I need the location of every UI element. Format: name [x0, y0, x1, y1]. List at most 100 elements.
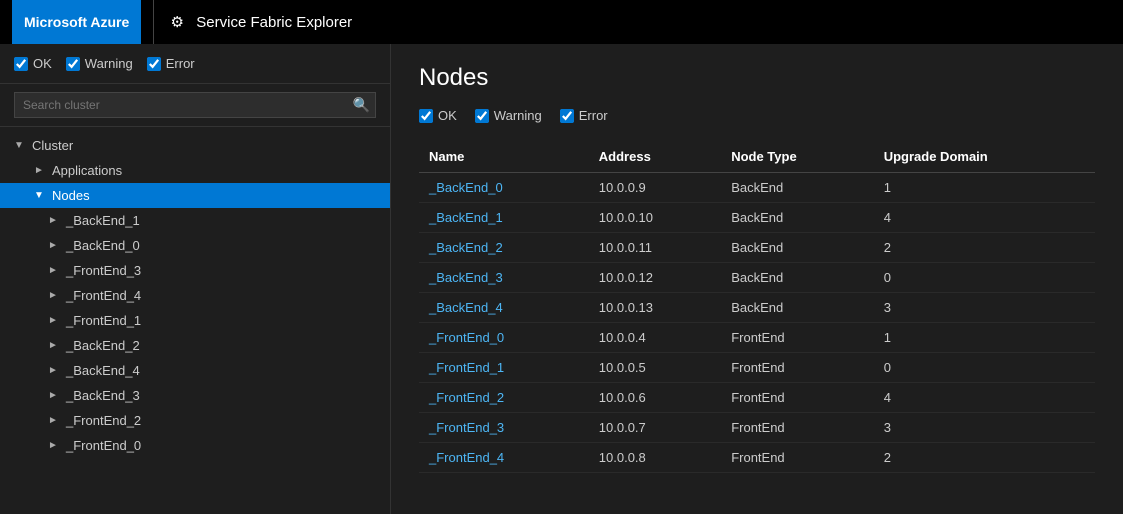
sidebar-filters: OK Warning Error [0, 44, 390, 84]
app-title: ⚙ Service Fabric Explorer [166, 11, 352, 33]
chevron-right-icon: ► [34, 165, 46, 176]
cell-name[interactable]: _FrontEnd_4 [419, 443, 589, 473]
cell-name[interactable]: _BackEnd_0 [419, 173, 589, 203]
content-filter-warning[interactable]: Warning [475, 108, 542, 123]
col-name: Name [419, 141, 589, 173]
cell-node-type: BackEnd [721, 263, 874, 293]
content-error-checkbox[interactable] [560, 109, 574, 123]
chevron-down-icon-nodes: ▼ [34, 190, 46, 201]
tree-item-backend1[interactable]: ► _BackEnd_1 [0, 208, 390, 233]
sidebar-filter-error[interactable]: Error [147, 56, 195, 71]
cell-node-type: BackEnd [721, 233, 874, 263]
cell-node-type: FrontEnd [721, 413, 874, 443]
table-row[interactable]: _BackEnd_0 10.0.0.9 BackEnd 1 [419, 173, 1095, 203]
content-filter-error[interactable]: Error [560, 108, 608, 123]
tree-item-frontend2[interactable]: ► _FrontEnd_2 [0, 408, 390, 433]
cell-name[interactable]: _BackEnd_3 [419, 263, 589, 293]
tree-item-frontend3[interactable]: ► _FrontEnd_3 [0, 258, 390, 283]
tree-item-applications[interactable]: ► Applications [0, 158, 390, 183]
cell-upgrade-domain: 1 [874, 323, 1095, 353]
col-node-type: Node Type [721, 141, 874, 173]
chevron-down-icon: ▼ [14, 140, 26, 151]
tree-item-backend4[interactable]: ► _BackEnd_4 [0, 358, 390, 383]
sidebar-error-checkbox[interactable] [147, 57, 161, 71]
content-warning-checkbox[interactable] [475, 109, 489, 123]
cell-name[interactable]: _BackEnd_4 [419, 293, 589, 323]
content-area: Nodes OK Warning Error Name Address [390, 44, 1123, 514]
table-row[interactable]: _BackEnd_1 10.0.0.10 BackEnd 4 [419, 203, 1095, 233]
page-title: Nodes [419, 64, 1095, 92]
cell-address: 10.0.0.12 [589, 263, 721, 293]
cell-upgrade-domain: 1 [874, 173, 1095, 203]
chevron-right-icon: ► [48, 290, 60, 301]
table-row[interactable]: _FrontEnd_0 10.0.0.4 FrontEnd 1 [419, 323, 1095, 353]
tree-item-nodes[interactable]: ▼ Nodes [0, 183, 390, 208]
cell-upgrade-domain: 3 [874, 413, 1095, 443]
sidebar-ok-checkbox[interactable] [14, 57, 28, 71]
cell-address: 10.0.0.7 [589, 413, 721, 443]
nodes-table: Name Address Node Type Upgrade Domain _B… [419, 141, 1095, 473]
chevron-right-icon: ► [48, 390, 60, 401]
topbar-divider [153, 0, 154, 44]
sidebar-filter-ok[interactable]: OK [14, 56, 52, 71]
table-row[interactable]: _BackEnd_3 10.0.0.12 BackEnd 0 [419, 263, 1095, 293]
content-filters: OK Warning Error [419, 108, 1095, 123]
tree-item-backend3[interactable]: ► _BackEnd_3 [0, 383, 390, 408]
tree-item-backend0[interactable]: ► _BackEnd_0 [0, 233, 390, 258]
cell-node-type: FrontEnd [721, 383, 874, 413]
search-input[interactable] [14, 92, 376, 118]
cell-address: 10.0.0.9 [589, 173, 721, 203]
chevron-right-icon: ► [48, 440, 60, 451]
cell-upgrade-domain: 4 [874, 383, 1095, 413]
table-row[interactable]: _FrontEnd_4 10.0.0.8 FrontEnd 2 [419, 443, 1095, 473]
cell-name[interactable]: _FrontEnd_2 [419, 383, 589, 413]
cell-address: 10.0.0.8 [589, 443, 721, 473]
cell-name[interactable]: _FrontEnd_1 [419, 353, 589, 383]
topbar: Microsoft Azure ⚙ Service Fabric Explore… [0, 0, 1123, 44]
col-address: Address [589, 141, 721, 173]
cell-address: 10.0.0.5 [589, 353, 721, 383]
cell-name[interactable]: _BackEnd_1 [419, 203, 589, 233]
cell-name[interactable]: _BackEnd_2 [419, 233, 589, 263]
sidebar-warning-checkbox[interactable] [66, 57, 80, 71]
tree-item-frontend0[interactable]: ► _FrontEnd_0 [0, 433, 390, 458]
cell-node-type: FrontEnd [721, 353, 874, 383]
cell-name[interactable]: _FrontEnd_3 [419, 413, 589, 443]
tree-section: ▼ Cluster ► Applications ▼ Nodes ► _Back… [0, 127, 390, 464]
table-row[interactable]: _FrontEnd_1 10.0.0.5 FrontEnd 0 [419, 353, 1095, 383]
sidebar: OK Warning Error 🔍 ▼ Cluster [0, 44, 390, 514]
table-row[interactable]: _FrontEnd_2 10.0.0.6 FrontEnd 4 [419, 383, 1095, 413]
main-layout: OK Warning Error 🔍 ▼ Cluster [0, 44, 1123, 514]
cell-upgrade-domain: 0 [874, 263, 1095, 293]
cell-node-type: BackEnd [721, 173, 874, 203]
cell-upgrade-domain: 0 [874, 353, 1095, 383]
cell-upgrade-domain: 2 [874, 233, 1095, 263]
content-filter-ok[interactable]: OK [419, 108, 457, 123]
content-ok-checkbox[interactable] [419, 109, 433, 123]
chevron-right-icon: ► [48, 215, 60, 226]
table-row[interactable]: _BackEnd_2 10.0.0.11 BackEnd 2 [419, 233, 1095, 263]
chevron-right-icon: ► [48, 365, 60, 376]
cell-address: 10.0.0.4 [589, 323, 721, 353]
table-row[interactable]: _FrontEnd_3 10.0.0.7 FrontEnd 3 [419, 413, 1095, 443]
chevron-right-icon: ► [48, 340, 60, 351]
cell-node-type: BackEnd [721, 293, 874, 323]
cell-node-type: FrontEnd [721, 323, 874, 353]
cell-address: 10.0.0.10 [589, 203, 721, 233]
sidebar-filter-warning[interactable]: Warning [66, 56, 133, 71]
tree-item-backend2[interactable]: ► _BackEnd_2 [0, 333, 390, 358]
chevron-right-icon: ► [48, 265, 60, 276]
tree-item-frontend4[interactable]: ► _FrontEnd_4 [0, 283, 390, 308]
chevron-right-icon: ► [48, 240, 60, 251]
tree-item-cluster[interactable]: ▼ Cluster [0, 133, 390, 158]
search-button[interactable]: 🔍 [353, 97, 370, 114]
chevron-right-icon: ► [48, 315, 60, 326]
cell-upgrade-domain: 2 [874, 443, 1095, 473]
cell-upgrade-domain: 3 [874, 293, 1095, 323]
gear-icon: ⚙ [166, 11, 188, 33]
cell-upgrade-domain: 4 [874, 203, 1095, 233]
table-row[interactable]: _BackEnd_4 10.0.0.13 BackEnd 3 [419, 293, 1095, 323]
cell-name[interactable]: _FrontEnd_0 [419, 323, 589, 353]
cell-node-type: BackEnd [721, 203, 874, 233]
tree-item-frontend1[interactable]: ► _FrontEnd_1 [0, 308, 390, 333]
